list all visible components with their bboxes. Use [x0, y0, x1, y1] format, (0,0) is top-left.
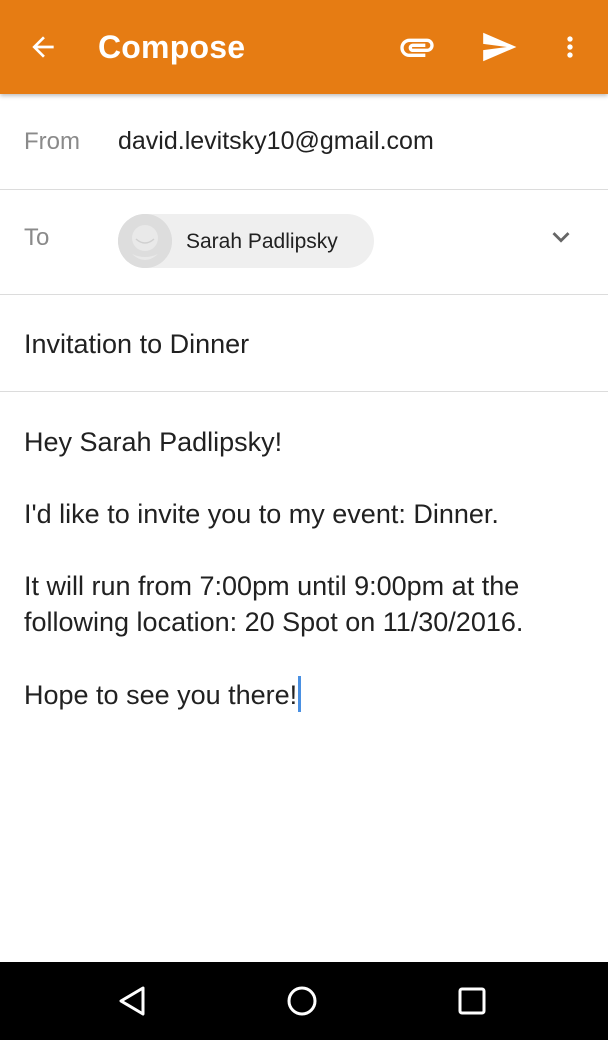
body-paragraph-text: Hope to see you there!: [24, 680, 298, 710]
more-options-button[interactable]: [552, 24, 588, 70]
from-row: From david.levitsky10@gmail.com: [0, 94, 608, 190]
send-icon: [483, 32, 517, 62]
attach-button[interactable]: [394, 26, 440, 68]
nav-home-button[interactable]: [277, 976, 327, 1026]
nav-back-button[interactable]: [107, 976, 157, 1026]
body-paragraph: Hey Sarah Padlipsky!: [24, 427, 283, 457]
home-circle-icon: [287, 986, 317, 1016]
text-cursor: [298, 676, 302, 712]
body-paragraph-last: Hope to see you there!: [24, 676, 584, 713]
recipient-chip[interactable]: Sarah Padlipsky: [118, 214, 374, 268]
back-button[interactable]: [20, 24, 66, 70]
to-label: To: [24, 224, 50, 251]
page-title: Compose: [98, 29, 246, 65]
more-vert-icon: [567, 36, 573, 58]
message-body[interactable]: Hey Sarah Padlipsky! I'd like to invite …: [24, 424, 584, 749]
expand-recipients-button[interactable]: [540, 216, 582, 258]
body-paragraph: It will run from 7:00pm until 9:00pm at …: [24, 571, 524, 637]
from-label: From: [24, 128, 80, 155]
body-paragraph: I'd like to invite you to my event: Dinn…: [24, 499, 499, 529]
arrow-left-icon: [32, 36, 54, 58]
app-bar: Compose: [0, 0, 608, 94]
nav-recents-button[interactable]: [447, 976, 497, 1026]
system-nav-bar: [0, 962, 608, 1040]
subject-field[interactable]: Invitation to Dinner: [24, 329, 249, 360]
to-row: To Sarah Padlipsky: [0, 190, 608, 295]
subject-row[interactable]: Invitation to Dinner: [0, 295, 608, 392]
paperclip-icon: [400, 38, 434, 57]
default-avatar-icon: [118, 214, 172, 268]
recents-square-icon: [458, 987, 486, 1015]
from-account-selector[interactable]: david.levitsky10@gmail.com: [118, 127, 434, 156]
chevron-down-icon: [552, 232, 570, 243]
recipient-name: Sarah Padlipsky: [186, 230, 338, 253]
back-triangle-icon: [119, 986, 145, 1016]
send-button[interactable]: [476, 24, 522, 70]
